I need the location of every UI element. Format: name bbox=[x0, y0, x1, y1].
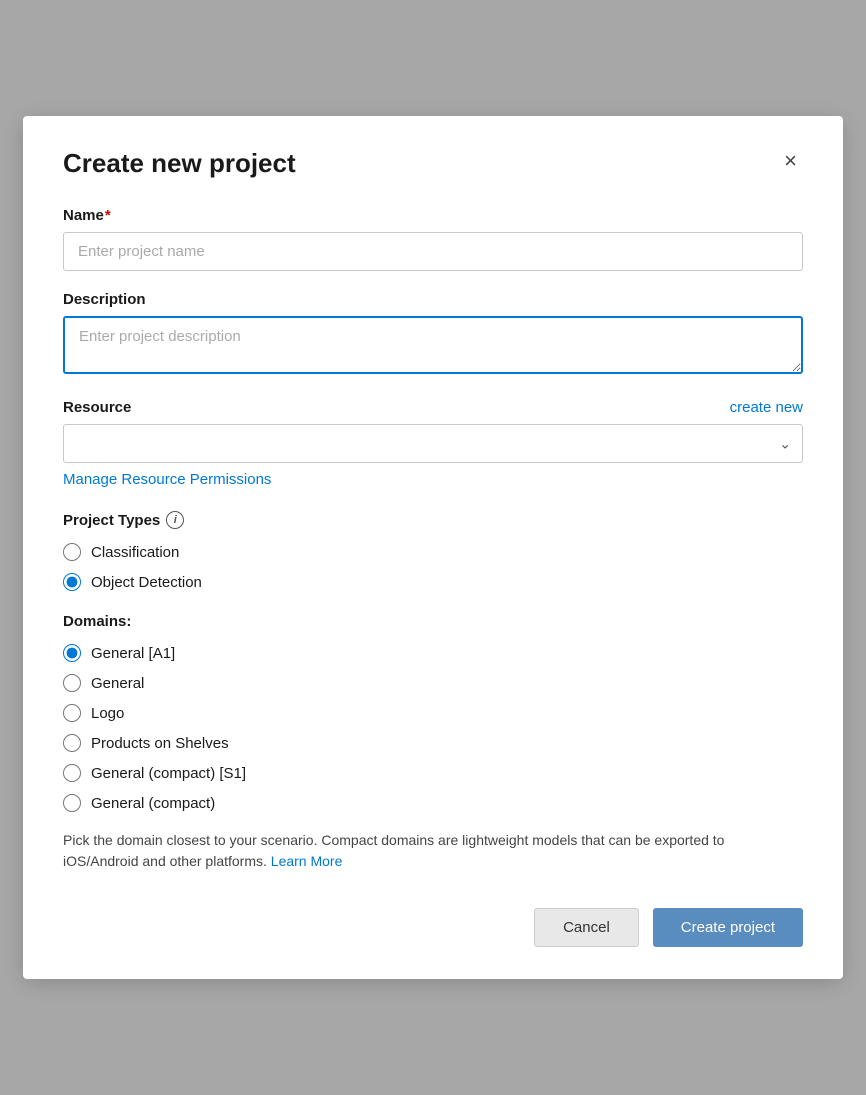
radio-item-general[interactable]: General bbox=[63, 674, 803, 692]
modal-dialog: Create new project × Name* Description R… bbox=[23, 116, 843, 979]
radio-label-general-compact: General (compact) bbox=[91, 795, 215, 812]
radio-item-general-compact-s1[interactable]: General (compact) [S1] bbox=[63, 764, 803, 782]
project-description-input[interactable] bbox=[63, 316, 803, 374]
radio-label-general-a1: General [A1] bbox=[91, 645, 175, 662]
required-indicator: * bbox=[105, 207, 111, 224]
create-project-button[interactable]: Create project bbox=[653, 908, 803, 947]
manage-permissions-link[interactable]: Manage Resource Permissions bbox=[63, 471, 271, 488]
domains-label: Domains: bbox=[63, 613, 803, 630]
resource-select[interactable] bbox=[63, 424, 803, 463]
modal-footer: Cancel Create project bbox=[63, 908, 803, 947]
radio-item-object-detection[interactable]: Object Detection bbox=[63, 573, 803, 591]
radio-label-object-detection: Object Detection bbox=[91, 574, 202, 591]
modal-overlay: Create new project × Name* Description R… bbox=[0, 0, 866, 1095]
info-icon: i bbox=[166, 511, 184, 529]
name-field-group: Name* bbox=[63, 207, 803, 271]
radio-label-general-compact-s1: General (compact) [S1] bbox=[91, 765, 246, 782]
domains-hint-text: Pick the domain closest to your scenario… bbox=[63, 830, 803, 872]
radio-label-logo: Logo bbox=[91, 705, 124, 722]
project-name-input[interactable] bbox=[63, 232, 803, 271]
radio-products-on-shelves[interactable] bbox=[63, 734, 81, 752]
radio-item-logo[interactable]: Logo bbox=[63, 704, 803, 722]
resource-header: Resource create new bbox=[63, 399, 803, 416]
radio-general[interactable] bbox=[63, 674, 81, 692]
cancel-button[interactable]: Cancel bbox=[534, 908, 639, 947]
radio-label-general: General bbox=[91, 675, 144, 692]
radio-item-general-compact[interactable]: General (compact) bbox=[63, 794, 803, 812]
project-types-radio-group: Classification Object Detection bbox=[63, 543, 803, 591]
radio-general-a1[interactable] bbox=[63, 644, 81, 662]
domains-radio-group: General [A1] General Logo Products on Sh… bbox=[63, 644, 803, 812]
resource-select-wrapper: ⌄ bbox=[63, 424, 803, 463]
radio-object-detection[interactable] bbox=[63, 573, 81, 591]
name-label: Name* bbox=[63, 207, 803, 224]
radio-label-products-on-shelves: Products on Shelves bbox=[91, 735, 229, 752]
radio-item-general-a1[interactable]: General [A1] bbox=[63, 644, 803, 662]
project-types-group: Project Types i Classification Object De… bbox=[63, 511, 803, 591]
radio-item-classification[interactable]: Classification bbox=[63, 543, 803, 561]
radio-label-classification: Classification bbox=[91, 544, 179, 561]
radio-general-compact[interactable] bbox=[63, 794, 81, 812]
domains-section: Domains: General [A1] General Logo Produ… bbox=[63, 613, 803, 872]
create-new-link[interactable]: create new bbox=[730, 399, 803, 416]
project-types-label: Project Types i bbox=[63, 511, 803, 529]
resource-field-group: Resource create new ⌄ Manage Resource Pe… bbox=[63, 399, 803, 489]
description-field-group: Description bbox=[63, 291, 803, 379]
resource-label: Resource bbox=[63, 399, 131, 416]
modal-header: Create new project × bbox=[63, 148, 803, 179]
radio-logo[interactable] bbox=[63, 704, 81, 722]
description-label: Description bbox=[63, 291, 803, 308]
modal-title: Create new project bbox=[63, 148, 296, 179]
close-button[interactable]: × bbox=[778, 148, 803, 174]
radio-classification[interactable] bbox=[63, 543, 81, 561]
radio-general-compact-s1[interactable] bbox=[63, 764, 81, 782]
learn-more-link[interactable]: Learn More bbox=[271, 853, 343, 869]
radio-item-products-on-shelves[interactable]: Products on Shelves bbox=[63, 734, 803, 752]
